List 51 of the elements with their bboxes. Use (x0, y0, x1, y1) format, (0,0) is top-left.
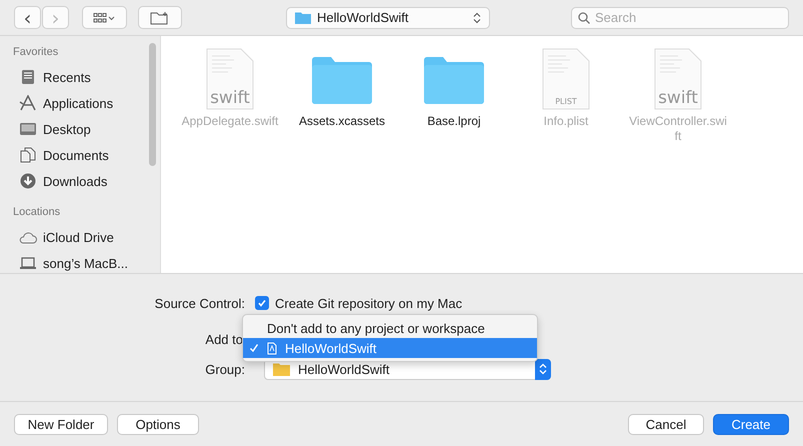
up-down-arrows-icon (539, 363, 547, 375)
new-folder-icon (150, 10, 170, 24)
create-button[interactable]: Create (713, 414, 789, 434)
sidebar-item[interactable]: Applications (19, 90, 149, 116)
documents-icon (19, 147, 37, 163)
view-options-button[interactable] (82, 6, 127, 29)
inbox-tray-icon (19, 69, 37, 85)
new-folder-toolbar-button[interactable] (138, 6, 182, 29)
group-label: Group: (204, 362, 246, 376)
file-name: Base.lproj (426, 114, 482, 129)
file-name: Assets.xcassets (298, 114, 386, 129)
document-icon[interactable] (654, 48, 702, 110)
monitor-icon (19, 121, 37, 137)
cancel-button[interactable]: Cancel (628, 414, 704, 434)
folder-icon[interactable] (312, 56, 372, 104)
add-to-label: Add to (204, 332, 243, 346)
file-type-label: swift (658, 88, 698, 108)
menu-item[interactable]: Don't add to any project or workspace (243, 318, 537, 338)
document-icon[interactable] (206, 48, 254, 110)
file-type-label: swift (210, 88, 250, 108)
location-popup[interactable]: HelloWorldSwift (286, 6, 490, 28)
sidebar-item[interactable]: iCloud Drive (19, 224, 149, 250)
options-button[interactable]: Options (117, 414, 199, 434)
folder-icon (295, 11, 311, 24)
scroll-bar[interactable] (149, 43, 156, 166)
checkmark-icon (249, 343, 259, 353)
sidebar-item[interactable]: Recents (19, 64, 149, 90)
laptop-icon (19, 255, 37, 271)
sidebar-item[interactable]: Downloads (19, 168, 149, 194)
git-checkbox[interactable] (255, 296, 269, 310)
grid-view-icon (92, 12, 116, 24)
git-checkbox-label: Create Git repository on my Mac (275, 296, 462, 310)
file-name: Info.plist (542, 114, 590, 129)
back-button[interactable]: ‹ (14, 6, 41, 29)
up-down-arrows-icon (473, 12, 481, 24)
sidebar-item[interactable]: Documents (19, 142, 149, 168)
checkmark-icon (257, 298, 267, 308)
sidebar-heading: Favorites (13, 46, 60, 58)
sidebar-item[interactable]: Desktop (19, 116, 149, 142)
search-icon (578, 12, 590, 24)
source-control-label: Source Control: (154, 296, 246, 310)
search-field[interactable]: Search (571, 6, 789, 28)
file-name: ViewController.swift (629, 114, 727, 144)
letter-a-tools-icon (19, 95, 37, 111)
sidebar-item[interactable]: song’s MacB... (19, 250, 149, 276)
file-name: AppDelegate.swift (181, 114, 279, 129)
file-type-label: PLIST (555, 97, 577, 106)
sidebar-heading: Locations (13, 206, 62, 218)
menu-item[interactable]: HelloWorldSwift (243, 338, 537, 358)
folder-icon[interactable] (424, 56, 484, 104)
new-folder-button[interactable]: New Folder (14, 414, 108, 434)
